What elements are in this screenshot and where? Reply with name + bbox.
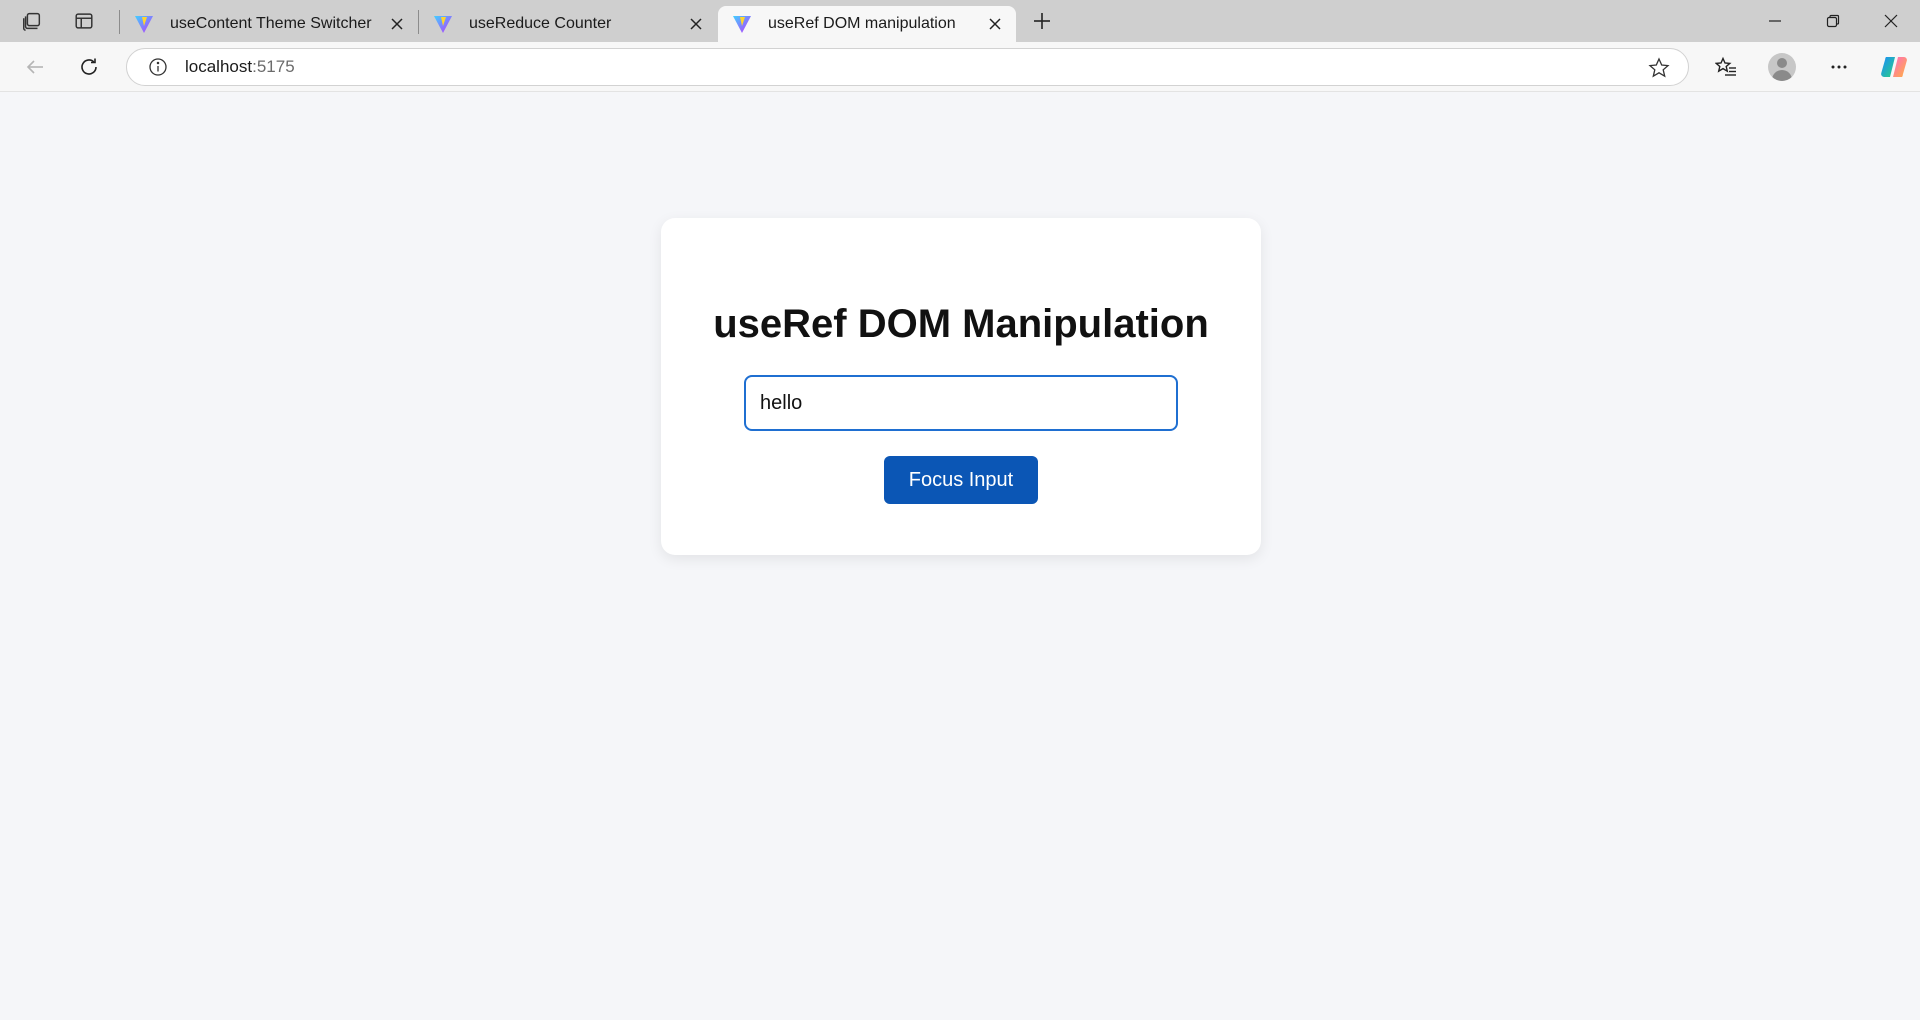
favorite-star-icon[interactable]	[1648, 57, 1670, 79]
tab-useref-dom-manipulation[interactable]: useRef DOM manipulation	[718, 6, 1016, 42]
page-viewport: useRef DOM Manipulation Focus Input	[4, 93, 1916, 1016]
site-info-icon[interactable]	[147, 56, 169, 78]
ellipsis-icon	[1831, 65, 1847, 69]
page-heading: useRef DOM Manipulation	[713, 302, 1209, 346]
close-tab-icon[interactable]	[984, 13, 1006, 35]
tab-title: useContent Theme Switcher	[170, 15, 372, 32]
back-arrow-icon	[26, 60, 43, 74]
url-host: localhost	[185, 57, 253, 76]
avatar-head	[1777, 58, 1787, 68]
address-bar[interactable]: localhost:5175	[126, 48, 1689, 86]
copilot-icon[interactable]	[1880, 53, 1908, 81]
avatar-body	[1772, 70, 1792, 81]
tab-usereduce-counter[interactable]: useReduce Counter	[419, 6, 717, 42]
vite-icon	[135, 16, 153, 33]
plus-icon	[1034, 13, 1050, 29]
close-tab-icon[interactable]	[685, 13, 707, 35]
text-input[interactable]	[744, 375, 1178, 431]
restore-icon	[1826, 14, 1840, 28]
vite-icon	[434, 16, 452, 33]
new-tab-button[interactable]	[1024, 6, 1060, 36]
refresh-button[interactable]	[71, 49, 107, 85]
workspaces-icon[interactable]	[14, 6, 50, 36]
browser-toolbar: localhost:5175	[0, 42, 1920, 92]
card: useRef DOM Manipulation Focus Input	[661, 218, 1261, 555]
favorites-list-icon	[1715, 56, 1736, 76]
url-port: :5175	[252, 57, 295, 76]
minimize-icon	[1769, 20, 1781, 22]
tab-title: useReduce Counter	[469, 15, 612, 32]
focus-input-button[interactable]: Focus Input	[884, 456, 1038, 504]
tab-strip: useContent Theme Switcher useReduce Coun…	[0, 0, 1920, 42]
restore-button[interactable]	[1804, 0, 1862, 42]
close-icon	[1884, 14, 1898, 28]
tab-title: useRef DOM manipulation	[768, 15, 956, 32]
favorites-button[interactable]	[1708, 49, 1744, 85]
vite-icon	[733, 16, 751, 33]
back-button[interactable]	[17, 49, 53, 85]
more-options-button[interactable]	[1821, 49, 1857, 85]
minimize-button[interactable]	[1746, 0, 1804, 42]
close-tab-icon[interactable]	[386, 13, 408, 35]
vertical-tabs-icon[interactable]	[66, 6, 102, 36]
tab-usecontent-theme-switcher[interactable]: useContent Theme Switcher	[120, 6, 418, 42]
close-window-button[interactable]	[1862, 0, 1920, 42]
profile-avatar[interactable]	[1768, 53, 1796, 81]
url-text: localhost:5175	[185, 57, 295, 77]
refresh-icon	[81, 58, 97, 75]
